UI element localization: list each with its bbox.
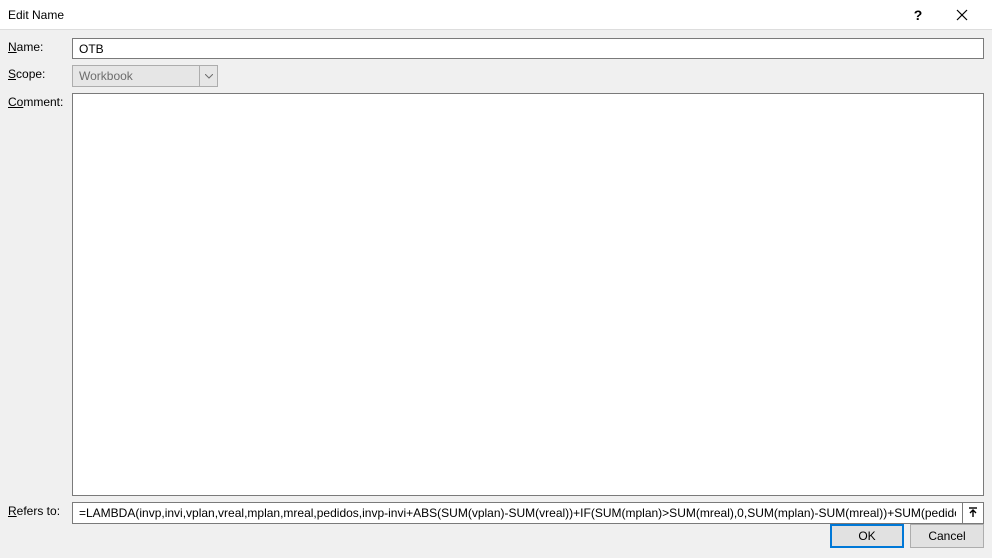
comment-label: Comment: — [8, 93, 68, 496]
scope-label: Scope: — [8, 65, 68, 87]
chevron-down-icon — [205, 74, 213, 79]
dialog-body: Name: Scope: Workbook Comment: Refers to… — [0, 30, 992, 520]
scope-value: Workbook — [79, 69, 133, 83]
collapse-icon — [967, 507, 979, 519]
cancel-button[interactable]: Cancel — [910, 524, 984, 548]
scope-select: Workbook — [72, 65, 218, 87]
close-button[interactable] — [940, 0, 984, 30]
titlebar: Edit Name ? — [0, 0, 992, 30]
dialog-footer: OK Cancel — [0, 520, 992, 558]
help-icon: ? — [914, 7, 923, 23]
ok-button[interactable]: OK — [830, 524, 904, 548]
collapse-dialog-button[interactable] — [962, 502, 984, 524]
close-icon — [956, 9, 968, 21]
titlebar-controls: ? — [896, 0, 984, 30]
window-title: Edit Name — [8, 8, 896, 22]
refers-to-input[interactable] — [72, 502, 962, 524]
comment-textarea[interactable] — [72, 93, 984, 496]
name-label: Name: — [8, 38, 68, 59]
scope-dropdown-button — [199, 66, 217, 86]
help-button[interactable]: ? — [896, 0, 940, 30]
refers-to-label: Refers to: — [8, 502, 68, 524]
name-input[interactable] — [72, 38, 984, 59]
